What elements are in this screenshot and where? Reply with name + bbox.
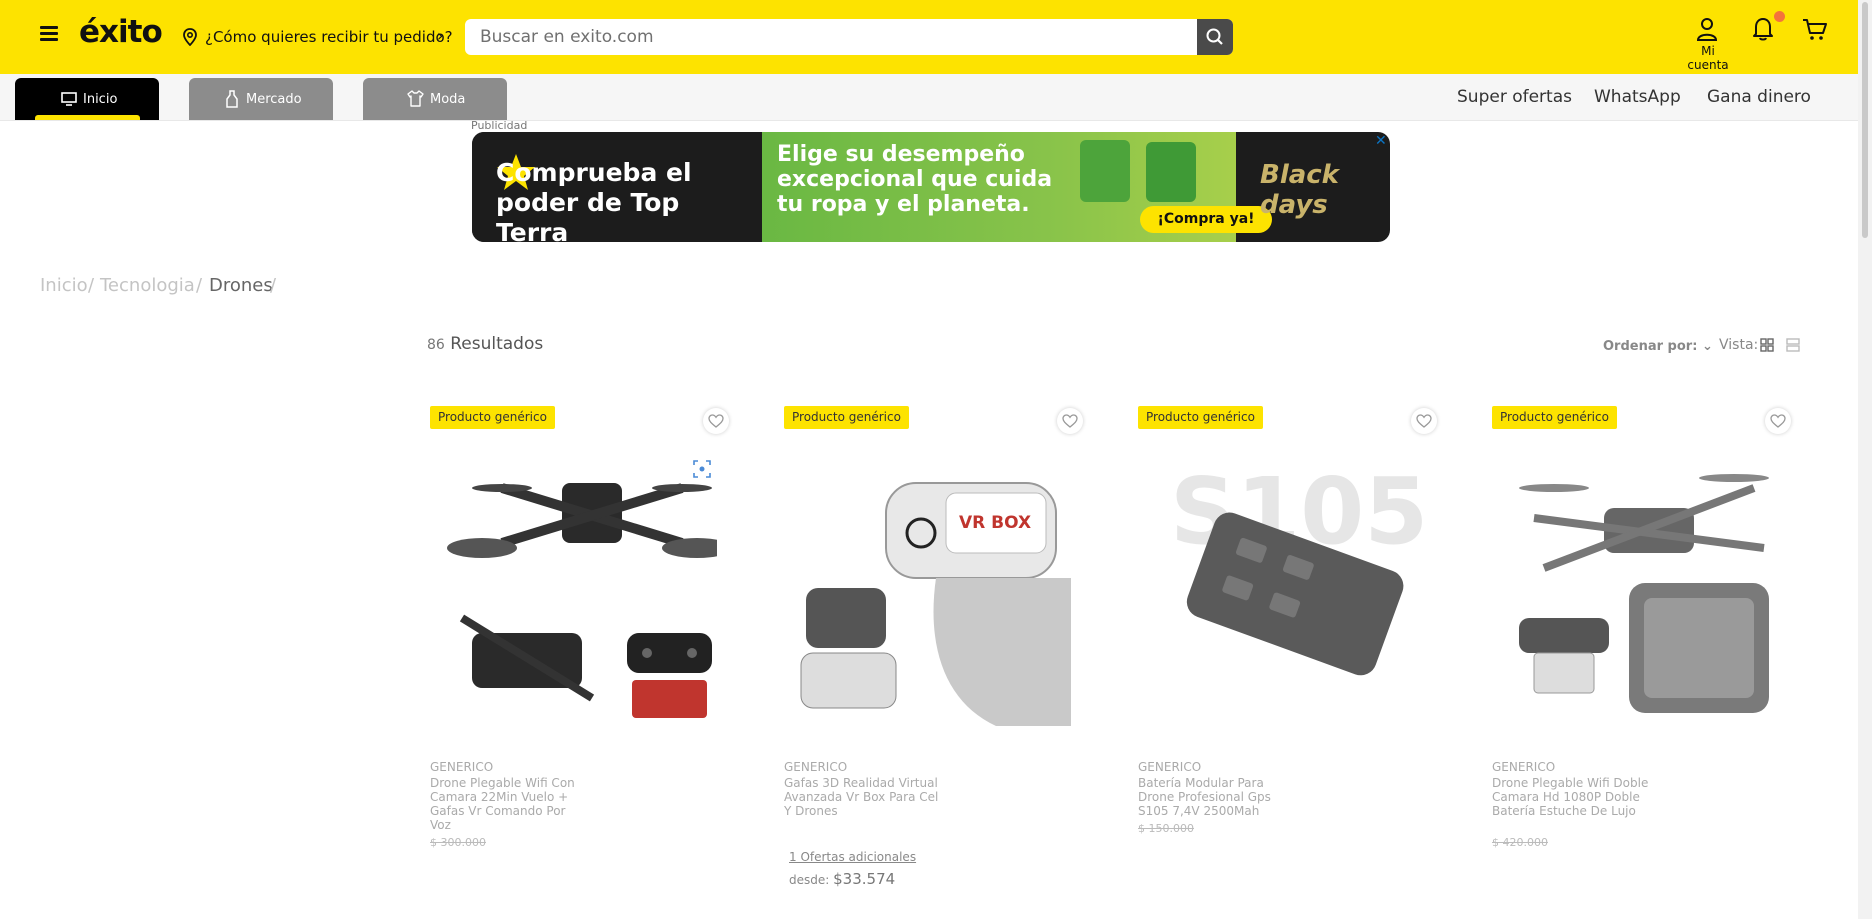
breadcrumb-inicio[interactable]: Inicio	[40, 275, 88, 296]
tab-label: Moda	[430, 92, 466, 107]
product-name[interactable]: Batería Modular Para Drone Profesional G…	[1138, 776, 1298, 818]
product-card[interactable]: Producto genérico S105 GENERICO Batería …	[1135, 400, 1455, 900]
link-super-ofertas[interactable]: Super ofertas	[1457, 87, 1572, 107]
product-old-price: $ 150.000	[1138, 822, 1194, 835]
detergent-bottle-image	[1146, 142, 1196, 202]
ad-middle-panel: Elige su desempeño excepcional que cuida…	[762, 132, 1272, 242]
tab-label: Inicio	[83, 92, 118, 107]
generic-product-badge: Producto genérico	[1492, 406, 1617, 429]
category-nav: Inicio Mercado Moda	[0, 74, 1858, 121]
generic-product-badge: Producto genérico	[430, 406, 555, 429]
product-card[interactable]: Producto genérico VR BOX GENERICO Gafas …	[781, 400, 1101, 900]
generic-product-badge: Producto genérico	[784, 406, 909, 429]
tab-mercado[interactable]: Mercado	[189, 78, 333, 120]
product-image-vr-goggles[interactable]: VR BOX	[796, 448, 1071, 726]
chevron-down-icon: ⌄	[1701, 339, 1713, 354]
breadcrumb-separator: /	[270, 275, 277, 296]
product-brand: GENERICO	[1492, 760, 1556, 774]
bell-icon[interactable]	[1751, 16, 1775, 42]
product-old-price: $ 300.000	[430, 836, 486, 849]
breadcrumb-tecnologia[interactable]: Tecnologia	[100, 275, 195, 296]
search-icon	[1206, 28, 1223, 45]
top-header: éxito ¿Cómo quieres recibir tu pedido? ›…	[0, 0, 1858, 74]
sort-dropdown[interactable]: Ordenar por: ⌄	[1603, 339, 1713, 354]
favorite-button[interactable]	[1765, 408, 1791, 434]
link-whatsapp[interactable]: WhatsApp	[1594, 87, 1681, 107]
additional-offers-link[interactable]: 1 Ofertas adicionales	[789, 850, 916, 864]
ad-close-icon[interactable]: ✕	[1375, 133, 1387, 149]
ad-left-panel: Comprueba el poder de Top Terra	[472, 132, 762, 242]
chevron-right-icon[interactable]: ›	[437, 26, 443, 45]
product-image-drone-kit[interactable]	[1504, 448, 1779, 726]
product-name[interactable]: Drone Plegable Wifi Doble Camara Hd 1080…	[1492, 776, 1652, 818]
monitor-icon	[61, 92, 77, 106]
tab-label: Mercado	[246, 92, 302, 107]
grid-view-icon[interactable]	[1760, 338, 1774, 352]
heart-icon	[1062, 414, 1078, 428]
product-name[interactable]: Gafas 3D Realidad Virtual Avanzada Vr Bo…	[784, 776, 944, 818]
breadcrumb-separator: /	[88, 275, 95, 296]
product-image-drone[interactable]	[442, 448, 717, 726]
vr-box-text: VR BOX	[959, 513, 1031, 533]
view-label: Vista:	[1719, 337, 1759, 353]
product-brand: GENERICO	[784, 760, 848, 774]
detergent-bottle-image	[1080, 140, 1130, 202]
search-input[interactable]: Buscar en exito.com	[480, 27, 654, 47]
notification-dot	[1774, 11, 1785, 22]
shirt-icon	[407, 90, 424, 107]
ad-banner[interactable]: Comprueba el poder de Top Terra Elige su…	[472, 132, 1390, 242]
ad-cta-button[interactable]: ¡Compra ya!	[1140, 206, 1272, 233]
product-card[interactable]: Producto genérico GENERICO Drone Plegabl…	[1489, 400, 1809, 900]
delivery-location-link[interactable]: ¿Cómo quieres recibir tu pedido?	[205, 28, 453, 46]
favorite-button[interactable]	[1411, 408, 1437, 434]
product-old-price: $ 420.000	[1492, 836, 1548, 849]
from-price: desde: $33.574	[789, 870, 896, 888]
scrollbar-thumb[interactable]	[1862, 2, 1868, 238]
location-pin-icon[interactable]	[182, 28, 198, 46]
product-card[interactable]: Producto genérico GENERICO Drone Plegabl…	[427, 400, 747, 900]
search-bar[interactable]: Buscar en exito.com	[465, 19, 1233, 55]
product-brand: GENERICO	[1138, 760, 1202, 774]
favorite-button[interactable]	[703, 408, 729, 434]
ad-message: Elige su desempeño excepcional que cuida…	[777, 142, 1053, 217]
account-label[interactable]: Mi cuenta	[1680, 44, 1736, 72]
zoom-icon[interactable]	[693, 460, 711, 478]
user-icon[interactable]	[1694, 16, 1720, 42]
heart-icon	[1770, 414, 1786, 428]
results-count: 86 Resultados	[427, 334, 544, 354]
exito-logo[interactable]: éxito	[79, 14, 163, 50]
ad-headline: Comprueba el poder de Top Terra	[496, 158, 692, 242]
cart-icon[interactable]	[1802, 18, 1828, 42]
bottle-icon	[226, 90, 238, 108]
product-name[interactable]: Drone Plegable Wifi Con Camara 22Min Vue…	[430, 776, 590, 832]
ad-black-days: Black days	[1260, 160, 1339, 220]
heart-icon	[1416, 414, 1432, 428]
heart-icon	[708, 414, 724, 428]
product-brand: GENERICO	[430, 760, 494, 774]
breadcrumb-drones[interactable]: Drones	[209, 275, 273, 296]
link-gana-dinero[interactable]: Gana dinero	[1707, 87, 1811, 107]
active-tab-indicator	[35, 115, 140, 120]
tab-inicio[interactable]: Inicio	[15, 78, 159, 120]
generic-product-badge: Producto genérico	[1138, 406, 1263, 429]
breadcrumb-separator: /	[196, 275, 203, 296]
menu-icon[interactable]	[40, 26, 58, 42]
favorite-button[interactable]	[1057, 408, 1083, 434]
ad-label: Publicidad	[471, 119, 528, 132]
product-image-battery[interactable]: S105	[1150, 448, 1425, 726]
tab-moda[interactable]: Moda	[363, 78, 507, 120]
list-view-icon[interactable]	[1786, 338, 1800, 352]
search-button[interactable]	[1197, 19, 1233, 55]
